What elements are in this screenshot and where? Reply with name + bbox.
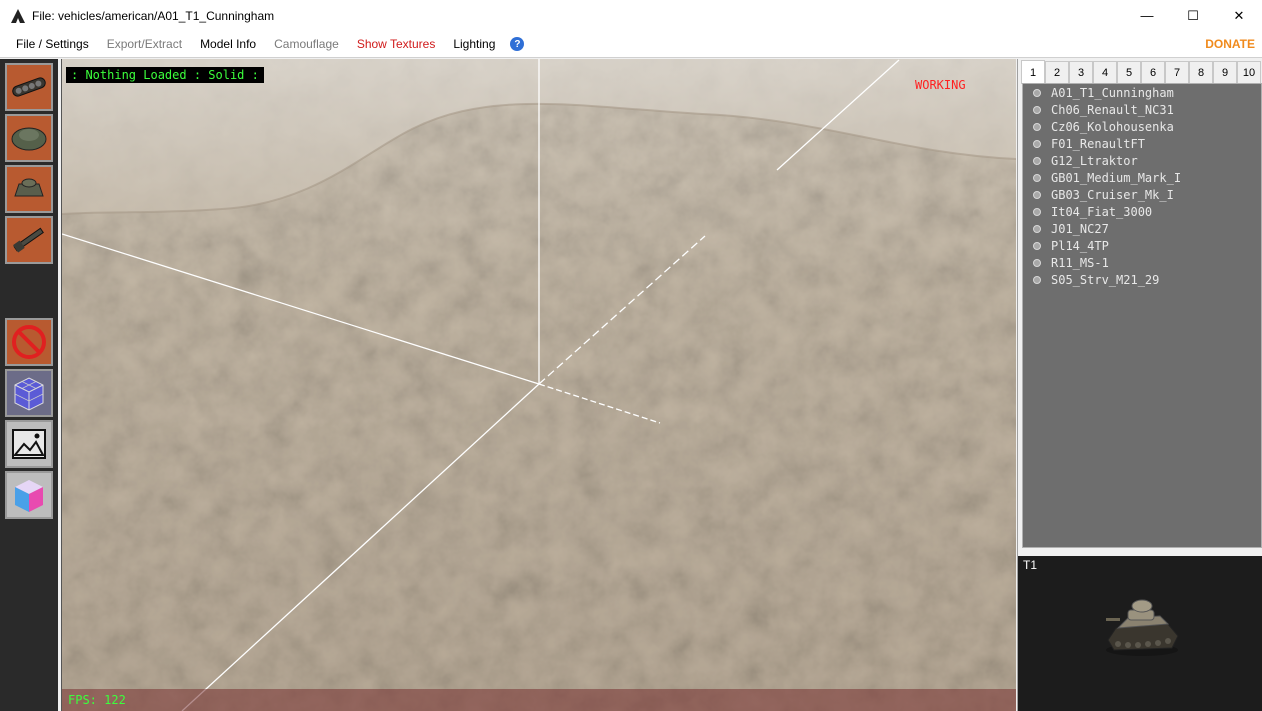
help-icon[interactable]: ? <box>510 37 525 51</box>
tab-5[interactable]: 5 <box>1117 61 1141 84</box>
working-indicator: WORKING <box>915 78 966 92</box>
tab-9[interactable]: 9 <box>1213 61 1237 84</box>
maximize-button[interactable]: ☐ <box>1170 0 1216 31</box>
3d-viewport[interactable]: : Nothing Loaded : Solid : WORKING FPS: … <box>61 59 1016 711</box>
gun-button[interactable] <box>5 216 53 264</box>
hull-button[interactable] <box>5 114 53 162</box>
image-button[interactable] <box>5 420 53 468</box>
tank-list: A01_T1_Cunningham Ch06_Renault_NC31 Cz06… <box>1022 83 1262 548</box>
tier-tabs: 1 2 3 4 5 6 7 8 9 10 <box>1021 60 1261 84</box>
bullet-icon <box>1033 258 1041 267</box>
preview-label: T1 <box>1023 558 1038 572</box>
list-item[interactable]: Pl14_4TP <box>1033 237 1109 254</box>
fps-bar <box>62 689 1016 711</box>
bullet-icon <box>1033 88 1041 97</box>
list-item[interactable]: GB01_Medium_Mark_I <box>1033 169 1181 186</box>
wireframe-button[interactable] <box>5 369 53 417</box>
wireframe-cube-icon <box>14 377 44 411</box>
list-item[interactable]: Cz06_Kolohousenka <box>1033 118 1174 135</box>
close-button[interactable]: ✕ <box>1216 0 1262 31</box>
minimize-button[interactable]: — <box>1124 0 1170 31</box>
tank-preview-panel: T1 <box>1018 556 1262 711</box>
list-item[interactable]: Ch06_Renault_NC31 <box>1033 101 1174 118</box>
tab-3[interactable]: 3 <box>1069 61 1093 84</box>
window-controls: — ☐ ✕ <box>1124 0 1262 31</box>
menu-file-settings[interactable]: File / Settings <box>0 31 98 58</box>
bullet-icon <box>1033 241 1041 250</box>
tab-2[interactable]: 2 <box>1045 61 1069 84</box>
bullet-icon <box>1033 224 1041 233</box>
bullet-icon <box>1033 105 1041 114</box>
menu-show-textures[interactable]: Show Textures <box>348 31 445 58</box>
list-item[interactable]: S05_Strv_M21_29 <box>1033 271 1159 288</box>
left-toolbar <box>0 59 58 711</box>
list-item[interactable]: It04_Fiat_3000 <box>1033 203 1152 220</box>
no-camouflage-button[interactable] <box>5 318 53 366</box>
list-item[interactable]: J01_NC27 <box>1033 220 1109 237</box>
color-cube-button[interactable] <box>5 471 53 519</box>
bullet-icon <box>1033 139 1041 148</box>
terrain-scene <box>62 59 1016 711</box>
tab-4[interactable]: 4 <box>1093 61 1117 84</box>
menu-camouflage[interactable]: Camouflage <box>265 31 348 58</box>
tank-preview-icon <box>1106 599 1179 656</box>
tank-chassis-icon <box>12 77 46 97</box>
list-item[interactable]: F01_RenaultFT <box>1033 135 1145 152</box>
list-item[interactable]: GB03_Cruiser_Mk_I <box>1033 186 1174 203</box>
bullet-icon <box>1033 275 1041 284</box>
tab-6[interactable]: 6 <box>1141 61 1165 84</box>
status-readout: : Nothing Loaded : Solid : <box>66 67 264 83</box>
tab-1[interactable]: 1 <box>1021 60 1045 84</box>
turret-button[interactable] <box>5 165 53 213</box>
app-logo-icon <box>11 8 25 23</box>
bullet-icon <box>1033 156 1041 165</box>
menu-model-info[interactable]: Model Info <box>191 31 265 58</box>
bullet-icon <box>1033 173 1041 182</box>
tank-hull-icon <box>11 127 47 151</box>
tab-7[interactable]: 7 <box>1165 61 1189 84</box>
no-camouflage-icon <box>12 325 46 359</box>
color-cube-icon <box>15 480 43 512</box>
bullet-icon <box>1033 190 1041 199</box>
list-item[interactable]: R11_MS-1 <box>1033 254 1109 271</box>
right-panel: 1 2 3 4 5 6 7 8 9 10 A01_T1_Cunningham C… <box>1017 59 1262 711</box>
tab-8[interactable]: 8 <box>1189 61 1213 84</box>
fps-counter: FPS: 122 <box>68 693 126 707</box>
menu-export-extract[interactable]: Export/Extract <box>98 31 191 58</box>
image-icon <box>12 429 46 459</box>
tank-gun-icon <box>13 227 44 253</box>
window-title: File: vehicles/american/A01_T1_Cunningha… <box>32 8 275 23</box>
title-bar: File: vehicles/american/A01_T1_Cunningha… <box>0 0 1262 31</box>
donate-link[interactable]: DONATE <box>1205 31 1255 58</box>
chassis-button[interactable] <box>5 63 53 111</box>
tank-turret-icon <box>14 178 44 197</box>
bullet-icon <box>1033 122 1041 131</box>
tab-10[interactable]: 10 <box>1237 61 1261 84</box>
list-item[interactable]: G12_Ltraktor <box>1033 152 1138 169</box>
menu-bar: File / Settings Export/Extract Model Inf… <box>0 31 1262 58</box>
list-item[interactable]: A01_T1_Cunningham <box>1033 84 1174 101</box>
bullet-icon <box>1033 207 1041 216</box>
menu-lighting[interactable]: Lighting <box>444 31 504 58</box>
